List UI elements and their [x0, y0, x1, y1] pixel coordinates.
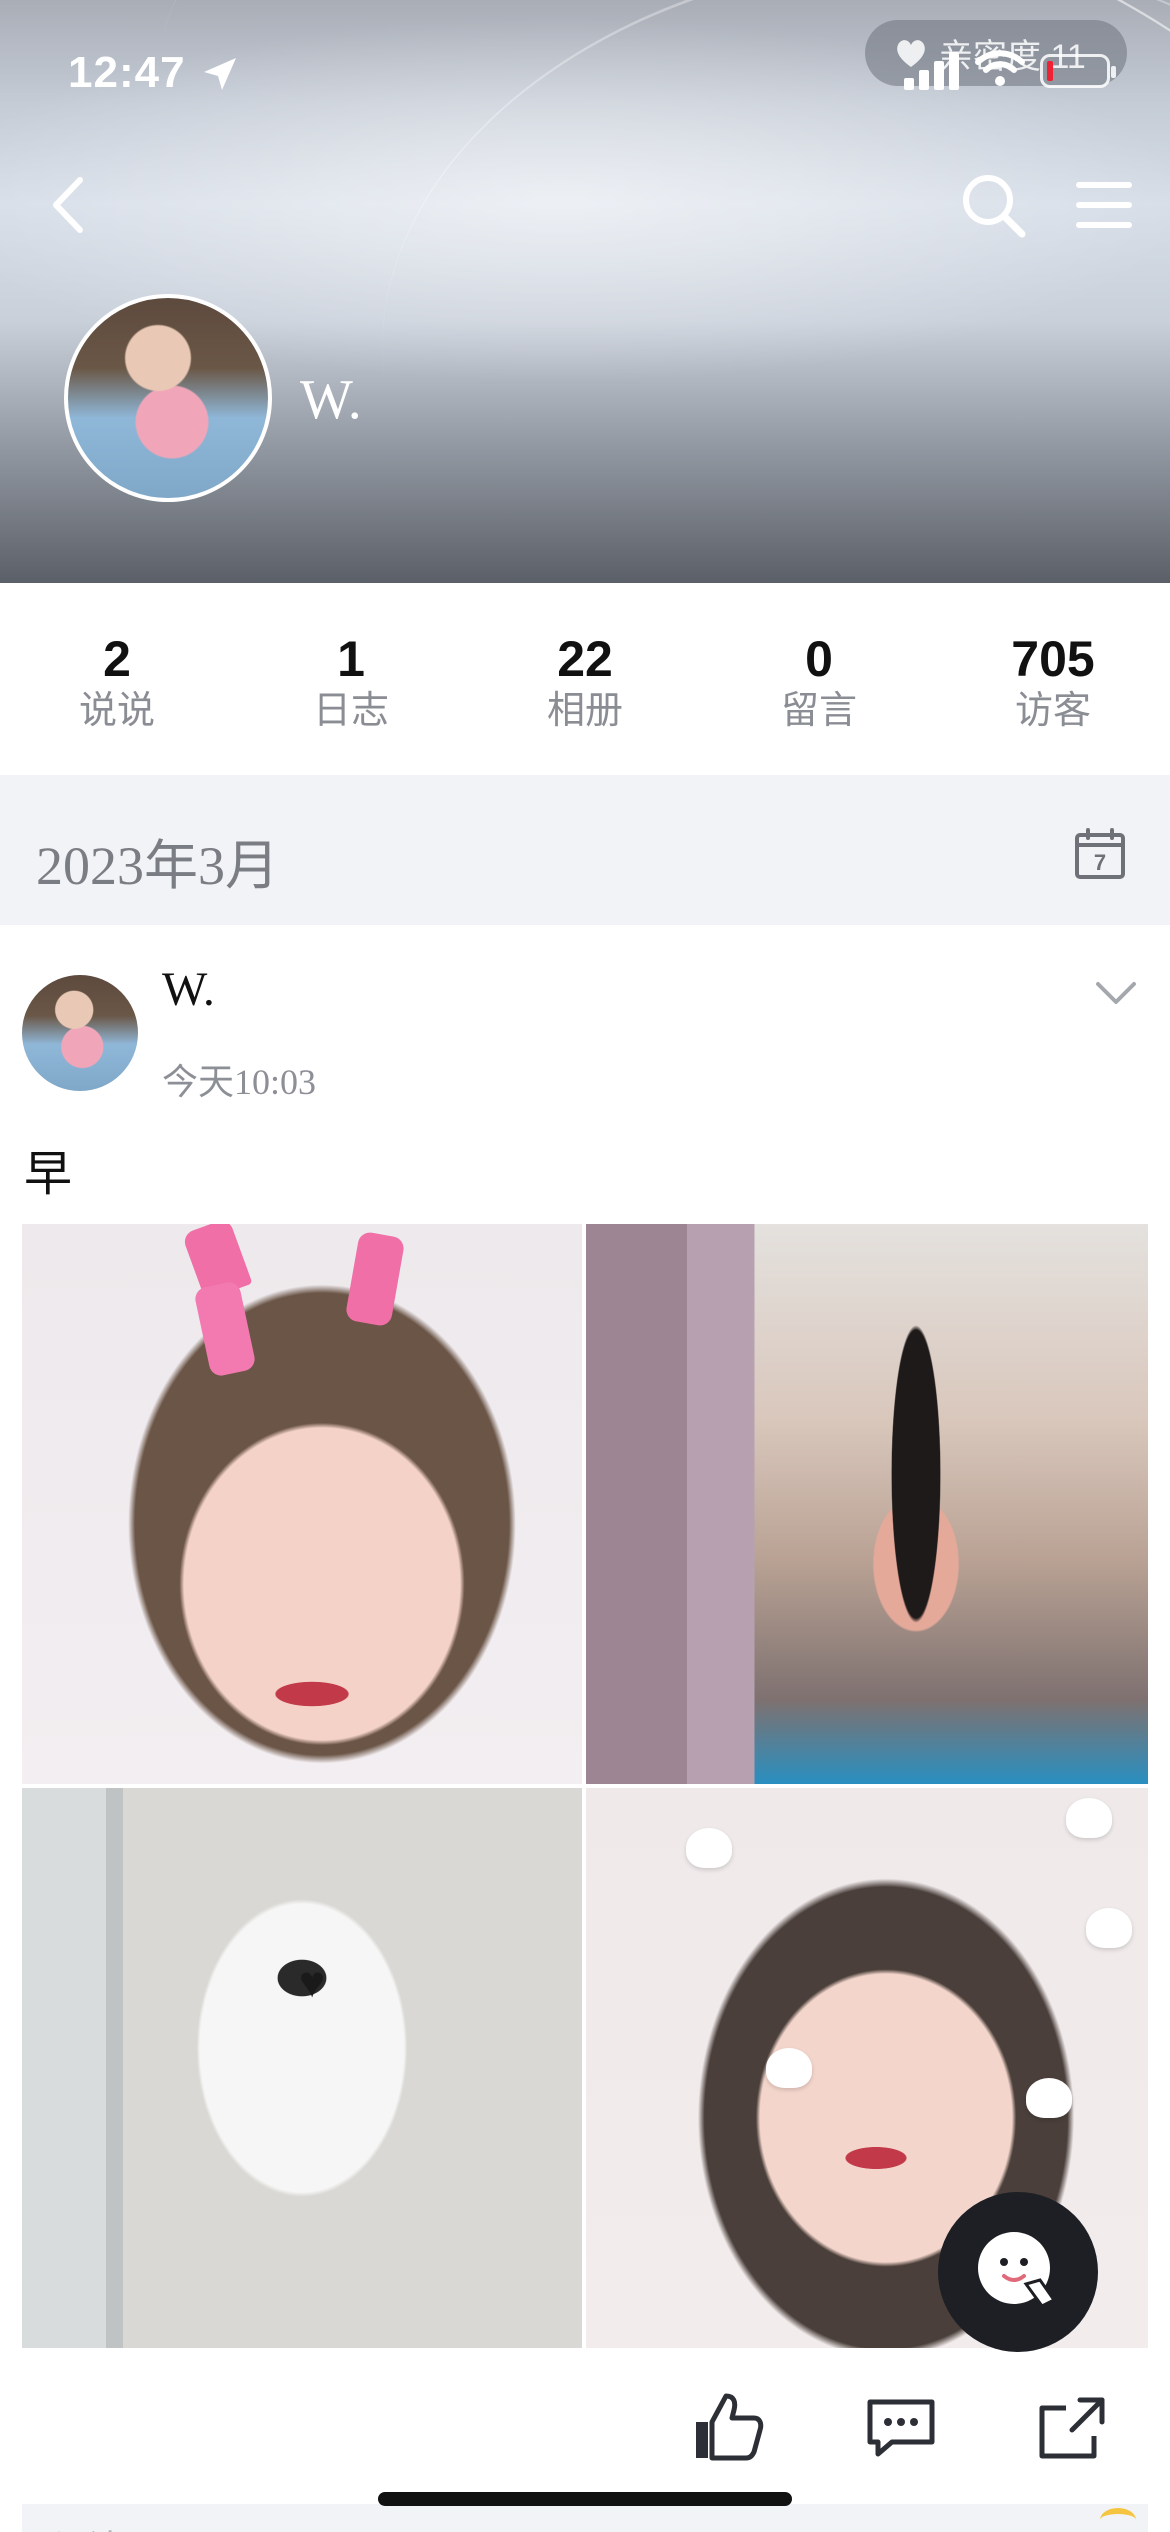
- comment-icon[interactable]: [864, 2396, 938, 2460]
- post-text: 早: [24, 1148, 73, 1201]
- share-icon[interactable]: [1036, 2392, 1110, 2462]
- stat-posts[interactable]: 2 说说: [0, 583, 234, 773]
- stat-value: 1: [337, 631, 365, 687]
- assistant-icon: [978, 2232, 1057, 2308]
- stat-value: 705: [1011, 631, 1095, 687]
- emoji-icon[interactable]: [1100, 2508, 1136, 2532]
- stat-label: 说说: [78, 690, 155, 732]
- battery-icon: [1040, 54, 1116, 88]
- search-icon[interactable]: [960, 172, 1026, 238]
- heart-icon: [1066, 1798, 1112, 1838]
- like-icon[interactable]: [690, 2390, 764, 2464]
- back-icon[interactable]: [40, 170, 100, 240]
- stat-value: 22: [557, 631, 613, 687]
- post-photo[interactable]: ♥: [22, 1788, 582, 2348]
- post-photo[interactable]: [586, 1224, 1148, 1784]
- post-author-avatar[interactable]: [22, 975, 138, 1091]
- wifi-icon: [975, 50, 1025, 86]
- status-time: 12:47: [68, 48, 186, 97]
- stat-label: 留言: [780, 690, 857, 732]
- stats-row: 2 说说 1 日志 22 相册 0 留言 705 访客: [0, 583, 1170, 773]
- calendar-icon[interactable]: 7: [1074, 828, 1126, 880]
- stat-value: 2: [103, 631, 131, 687]
- heart-icon: [1086, 1908, 1132, 1948]
- stat-label: 访客: [1014, 690, 1091, 732]
- month-label: 2023年3月: [36, 836, 279, 896]
- location-icon: [204, 58, 236, 90]
- heart-icon: [686, 1828, 732, 1868]
- comment-input[interactable]: 评论: [22, 2504, 1148, 2532]
- stat-blogs[interactable]: 1 日志: [234, 583, 468, 773]
- post-author-name[interactable]: W.: [162, 962, 215, 1017]
- chevron-down-icon[interactable]: [1094, 978, 1138, 1008]
- calendar-day: 7: [1094, 850, 1106, 875]
- signal-icon: [904, 52, 959, 90]
- stat-messages[interactable]: 0 留言: [702, 583, 936, 773]
- post-photo[interactable]: [22, 1224, 582, 1784]
- assistant-button[interactable]: [938, 2192, 1098, 2352]
- stat-value: 0: [805, 631, 833, 687]
- stat-label: 日志: [312, 690, 389, 732]
- heart-icon: [1026, 2078, 1072, 2118]
- profile-avatar[interactable]: [64, 294, 272, 502]
- stat-albums[interactable]: 22 相册: [468, 583, 702, 773]
- home-indicator[interactable]: [378, 2492, 792, 2506]
- profile-name: W.: [300, 369, 362, 431]
- heart-icon: [766, 2048, 812, 2088]
- month-bar: 2023年3月: [0, 775, 1170, 925]
- post-timestamp: 今天10:03: [162, 1062, 317, 1102]
- menu-icon[interactable]: [1075, 180, 1133, 230]
- stat-visitors[interactable]: 705 访客: [936, 583, 1170, 773]
- stat-label: 相册: [546, 690, 623, 732]
